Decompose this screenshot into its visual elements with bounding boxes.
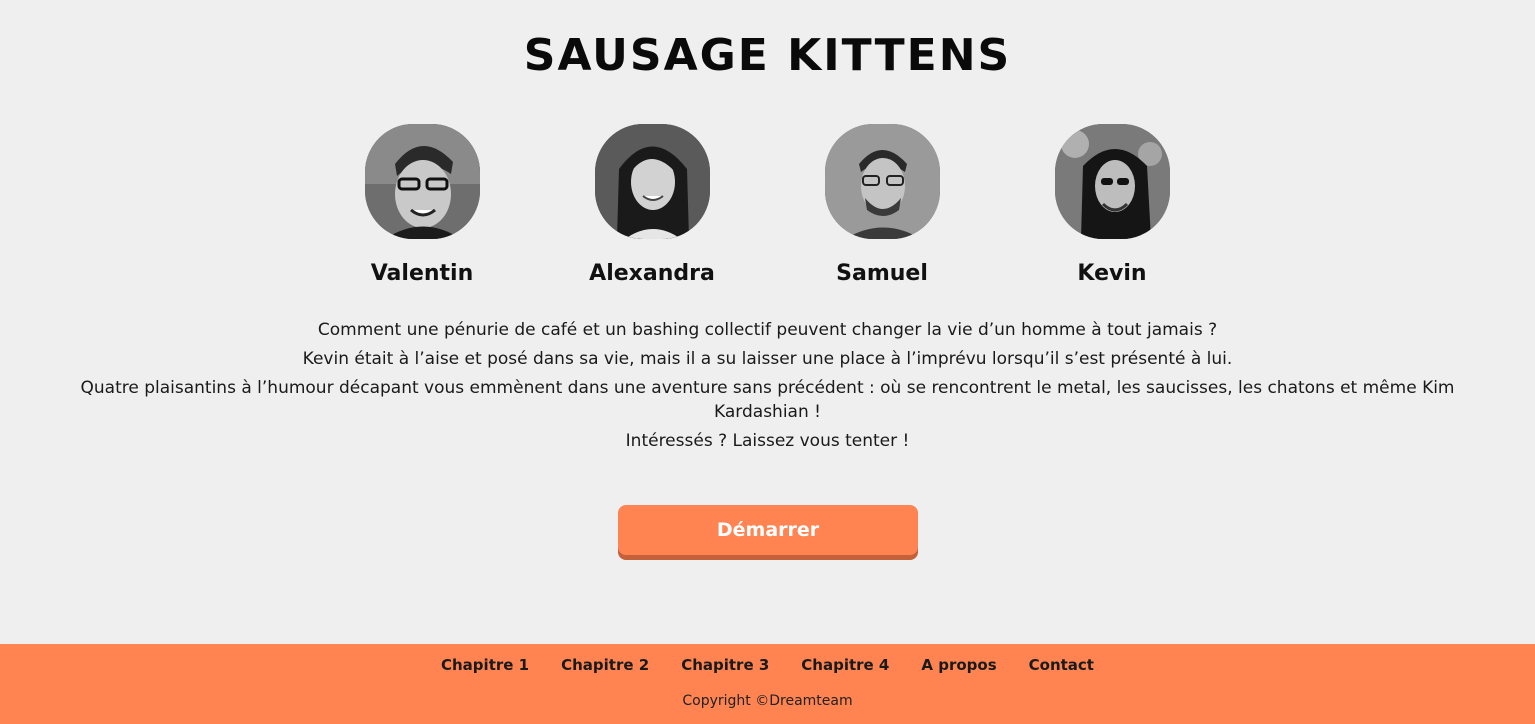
- footer-link-contact[interactable]: Contact: [1029, 656, 1094, 674]
- intro-line: Quatre plaisantins à l’humour décapant v…: [80, 378, 1455, 422]
- footer-nav: Chapitre 1 Chapitre 2 Chapitre 3 Chapitr…: [0, 656, 1535, 674]
- member-name: Alexandra: [589, 261, 715, 286]
- intro-line: Comment une pénurie de café et un bashin…: [317, 320, 1218, 340]
- team-member-alexandra: Alexandra: [572, 124, 732, 286]
- start-button[interactable]: Démarrer: [618, 505, 918, 555]
- avatar: [364, 124, 480, 239]
- footer: Chapitre 1 Chapitre 2 Chapitre 3 Chapitr…: [0, 644, 1535, 724]
- footer-link-chapitre-4[interactable]: Chapitre 4: [801, 656, 889, 674]
- member-name: Kevin: [1077, 261, 1147, 286]
- team-section: Valentin Alexandra Samuel Kevin: [0, 124, 1535, 294]
- intro-line: Kevin était à l’aise et posé dans sa vie…: [302, 349, 1233, 369]
- member-name: Samuel: [836, 261, 928, 286]
- footer-link-chapitre-2[interactable]: Chapitre 2: [561, 656, 649, 674]
- intro-text: Comment une pénurie de café et un bashin…: [60, 318, 1475, 458]
- team-member-valentin: Valentin: [342, 124, 502, 286]
- footer-link-chapitre-1[interactable]: Chapitre 1: [441, 656, 529, 674]
- team-member-samuel: Samuel: [802, 124, 962, 286]
- team-member-kevin: Kevin: [1032, 124, 1192, 286]
- intro-line: Intéressés ? Laissez vous tenter !: [625, 431, 910, 451]
- avatar: [1054, 124, 1170, 239]
- avatar: [594, 124, 710, 239]
- copyright: Copyright ©Dreamteam: [682, 693, 853, 709]
- page-title: SAUSAGE KITTENS: [523, 30, 1012, 81]
- avatar: [824, 124, 940, 239]
- footer-link-a-propos[interactable]: A propos: [921, 656, 996, 674]
- footer-link-chapitre-3[interactable]: Chapitre 3: [681, 656, 769, 674]
- member-name: Valentin: [370, 261, 474, 286]
